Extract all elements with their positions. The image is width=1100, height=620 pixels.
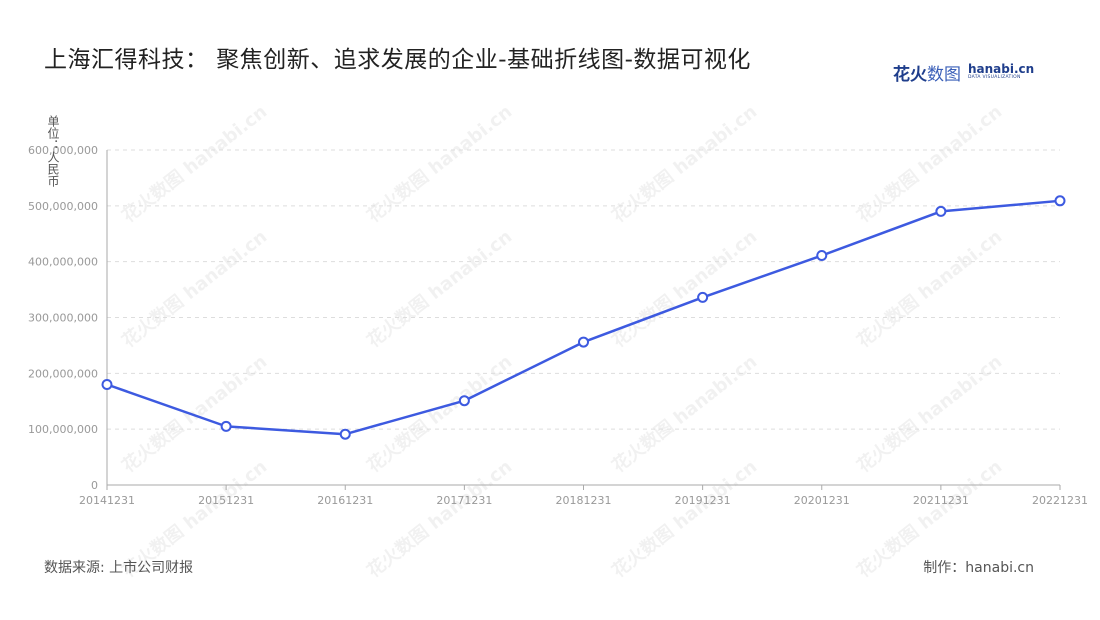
made-by-note: 制作：hanabi.cn (923, 560, 1034, 576)
y-axis-unit-label: 单位：人民币 (46, 115, 60, 187)
data-point (1054, 195, 1066, 207)
x-tick-label: 20221231 (1032, 494, 1088, 507)
y-tick-label: 200,000,000 (28, 367, 98, 380)
x-tick-label: 20211231 (913, 494, 969, 507)
data-point (458, 395, 470, 407)
data-point (816, 250, 828, 262)
x-tick-label: 20201231 (794, 494, 850, 507)
y-tick-label: 0 (91, 479, 98, 492)
data-point (935, 205, 947, 217)
x-tick-label: 20181231 (556, 494, 612, 507)
data-source-note: 数据来源: 上市公司财报 (44, 560, 194, 576)
x-tick-label: 20141231 (79, 494, 135, 507)
y-tick-label: 400,000,000 (28, 256, 98, 269)
data-point (101, 379, 113, 390)
x-tick-label: 20161231 (317, 494, 373, 507)
x-tick-label: 20151231 (198, 494, 254, 507)
x-tick-label: 20171231 (436, 494, 492, 507)
data-point (339, 428, 351, 440)
data-point (697, 291, 709, 303)
y-tick-label: 300,000,000 (28, 312, 98, 325)
data-point (220, 420, 232, 432)
line-chart: 0 100,000,000 200,000,000 300,000,000 400,00… (28, 144, 1088, 507)
y-tick-label: 100,000,000 (28, 423, 98, 436)
x-tick-label: 20191231 (675, 494, 731, 507)
data-point (578, 336, 589, 348)
